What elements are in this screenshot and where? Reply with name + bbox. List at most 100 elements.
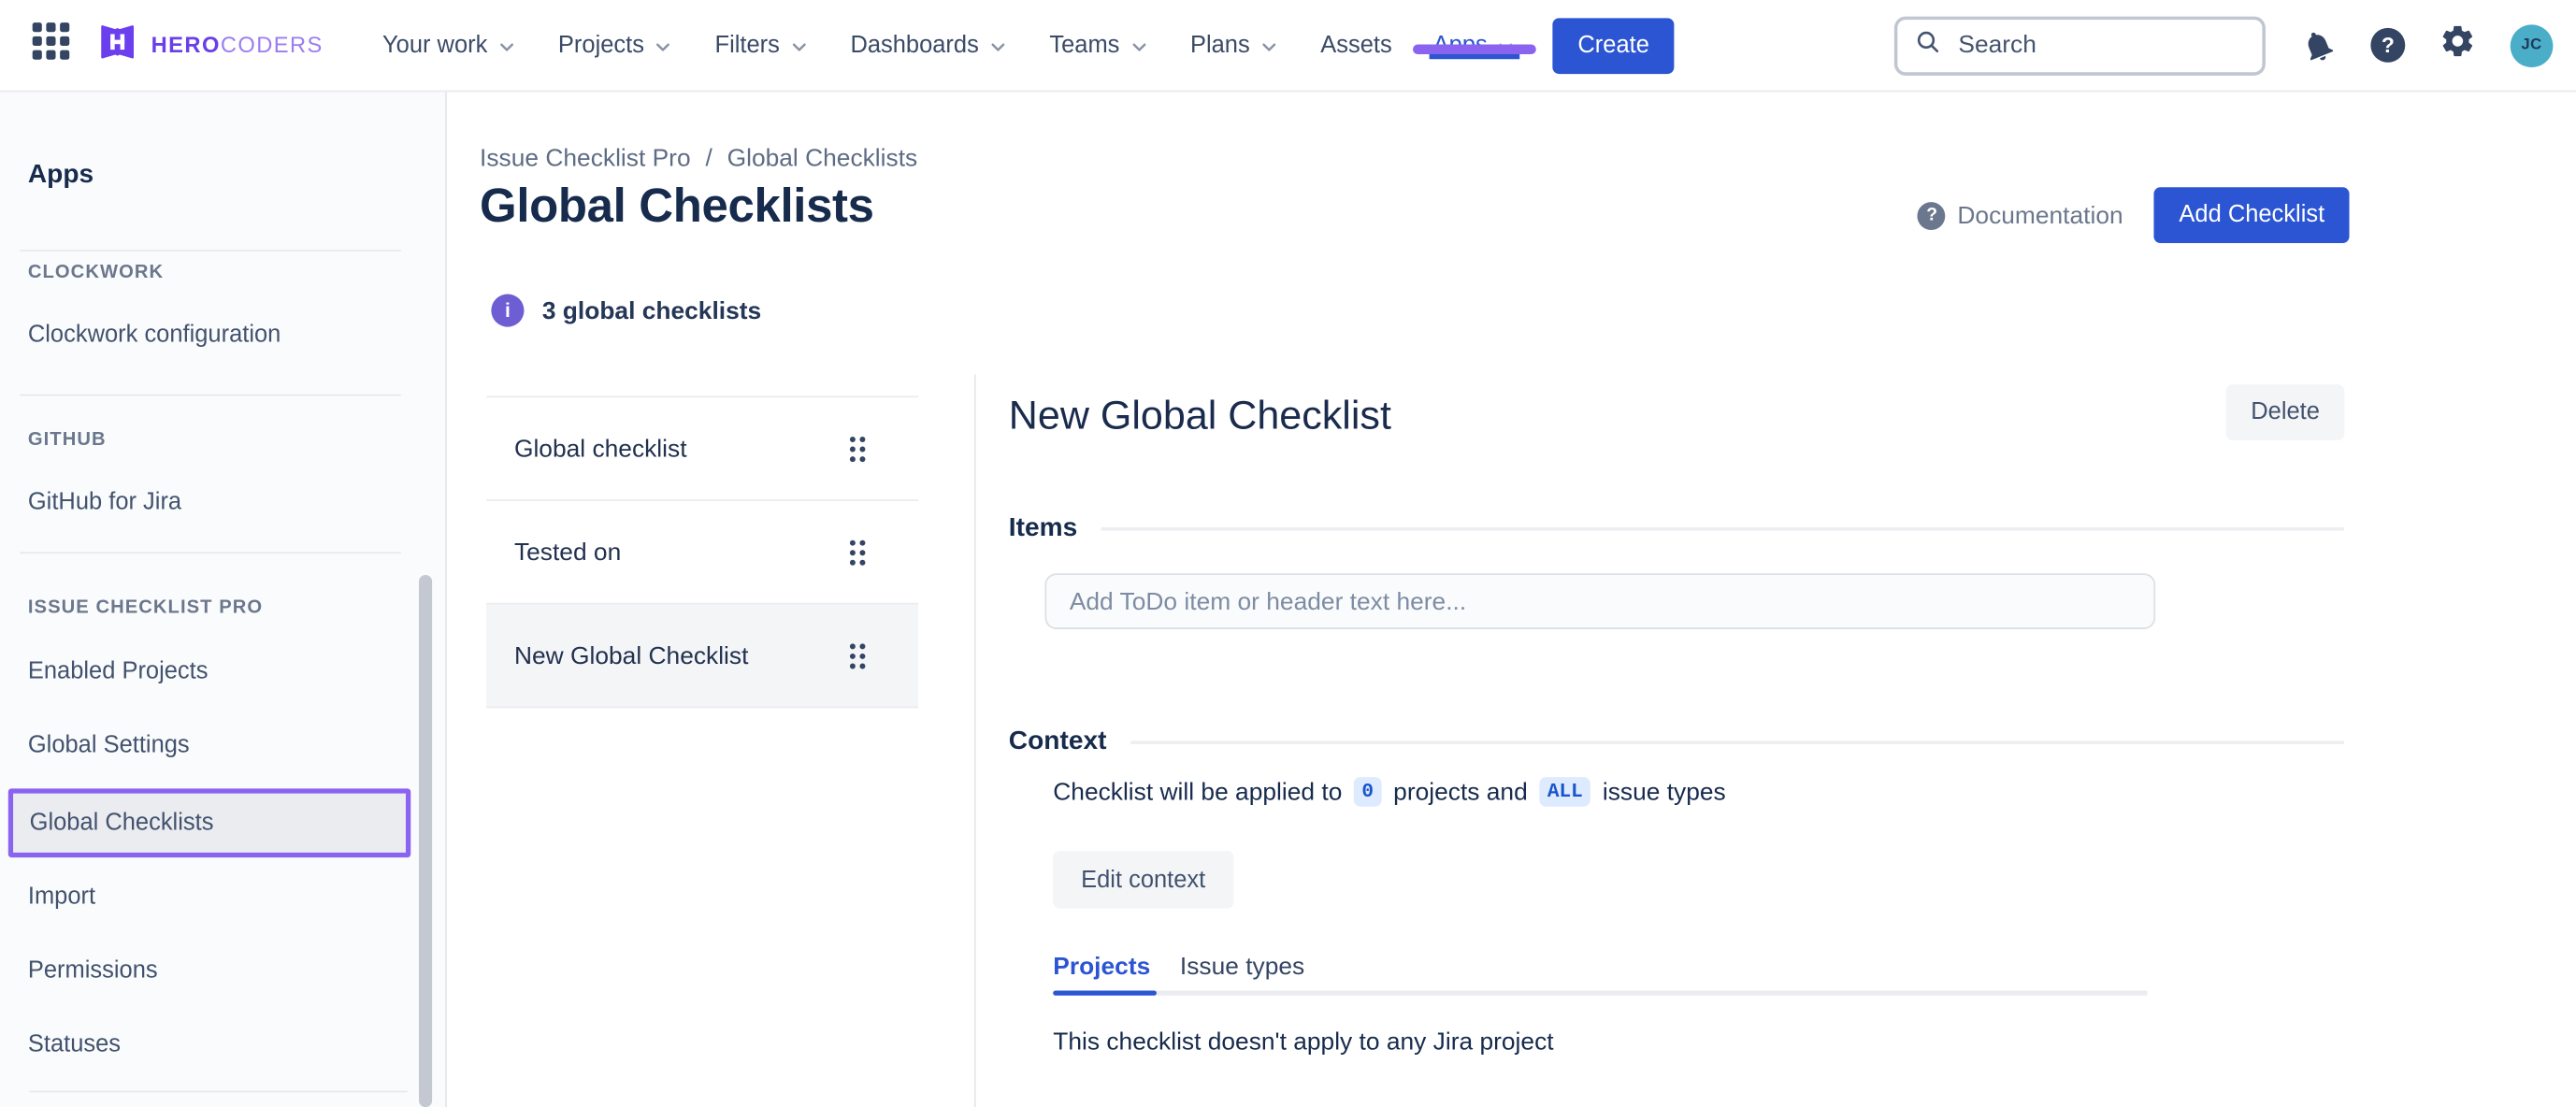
items-heading: Items: [1009, 514, 1077, 544]
context-tabs: Projects Issue types: [1053, 953, 1304, 981]
top-navigation-bar: HEROCODERS Your work Projects Filters Da…: [0, 0, 2576, 92]
checklist-detail-panel: New Global Checklist Delete Items Contex…: [1009, 384, 2344, 1107]
bell-icon: [2295, 22, 2341, 68]
info-banner: i 3 global checklists: [491, 295, 761, 327]
edit-context-button[interactable]: Edit context: [1053, 851, 1233, 908]
documentation-link[interactable]: ? Documentation: [1918, 201, 2123, 229]
sidebar-scrollbar[interactable]: [419, 575, 432, 1107]
panel-divider: [974, 375, 976, 1107]
breadcrumb-parent[interactable]: Issue Checklist Pro: [480, 145, 691, 173]
sidebar-section-github: GITHUB: [28, 430, 107, 450]
context-sentence-prefix: Checklist will be applied to: [1053, 778, 1342, 806]
sidebar-item-statuses[interactable]: Statuses: [28, 1031, 121, 1057]
chevron-down-icon: [1128, 36, 1149, 58]
chevron-down-icon: [653, 36, 674, 58]
tab-projects[interactable]: Projects: [1053, 953, 1150, 981]
sidebar-divider: [20, 395, 401, 396]
sidebar-item-clockwork-configuration[interactable]: Clockwork configuration: [28, 322, 281, 348]
sidebar-divider: [30, 1091, 408, 1093]
sidebar-item-global-settings[interactable]: Global Settings: [28, 733, 190, 759]
checklist-row-new-global-checklist[interactable]: New Global Checklist: [486, 605, 918, 709]
herocoders-logo[interactable]: HEROCODERS: [95, 19, 324, 71]
checklist-row-tested-on[interactable]: Tested on: [486, 501, 918, 605]
drag-handle-icon[interactable]: [846, 433, 870, 464]
checklist-list: Global checklist Tested on New Global Ch…: [486, 395, 918, 708]
documentation-label: Documentation: [1957, 201, 2123, 229]
checklist-row-global-checklist[interactable]: Global checklist: [486, 397, 918, 501]
question-circle-icon: ?: [2370, 28, 2405, 63]
search-input[interactable]: [1955, 30, 2246, 61]
nav-label: Plans: [1190, 32, 1250, 58]
add-todo-input[interactable]: [1044, 573, 2155, 629]
main-content: Issue Checklist Pro / Global Checklists …: [447, 92, 2576, 1107]
nav-label: Projects: [558, 32, 644, 58]
add-checklist-button[interactable]: Add Checklist: [2154, 187, 2349, 243]
checklist-detail-title: New Global Checklist: [1009, 395, 1391, 440]
breadcrumb-separator: /: [705, 145, 712, 173]
nav-item-your-work[interactable]: Your work: [382, 32, 517, 58]
app-viewport: HEROCODERS Your work Projects Filters Da…: [0, 0, 2576, 1107]
topbar-spacer: [1674, 0, 1894, 91]
drag-handle-icon[interactable]: [846, 537, 870, 568]
apps-active-underline: [1430, 53, 1520, 58]
nav-label: Assets: [1320, 32, 1391, 58]
question-circle-icon: ?: [1918, 201, 1946, 229]
nav-item-apps[interactable]: Apps: [1433, 32, 1518, 58]
breadcrumb: Issue Checklist Pro / Global Checklists: [480, 145, 917, 173]
nav-item-projects[interactable]: Projects: [558, 32, 674, 58]
info-icon: i: [491, 295, 524, 327]
nav-item-filters[interactable]: Filters: [715, 32, 810, 58]
topbar-right: ? JC: [1894, 0, 2554, 91]
sidebar-item-label: Global Checklists: [30, 810, 214, 836]
sidebar-divider: [20, 250, 401, 252]
nav-item-dashboards[interactable]: Dashboards: [850, 32, 1008, 58]
chevron-down-icon: [788, 36, 810, 58]
section-divider: [1130, 740, 2344, 744]
sidebar-title: Apps: [28, 161, 94, 191]
sidebar-section-issue-checklist-pro: ISSUE CHECKLIST PRO: [28, 598, 263, 618]
nav-label: Filters: [715, 32, 780, 58]
chevron-down-icon: [987, 36, 1009, 58]
nav-label: Your work: [382, 32, 487, 58]
nav-item-teams[interactable]: Teams: [1049, 32, 1149, 58]
sidebar-item-enabled-projects[interactable]: Enabled Projects: [28, 659, 209, 685]
delete-button[interactable]: Delete: [2226, 384, 2344, 440]
primary-nav: Your work Projects Filters Dashboards Te…: [382, 32, 1517, 58]
sidebar-item-github-for-jira[interactable]: GitHub for Jira: [28, 490, 181, 516]
global-search[interactable]: [1894, 16, 2266, 75]
topbar-left: HEROCODERS Your work Projects Filters Da…: [23, 0, 1675, 91]
sidebar-section-clockwork: CLOCKWORK: [28, 263, 164, 282]
create-button[interactable]: Create: [1553, 17, 1674, 73]
user-avatar[interactable]: JC: [2511, 23, 2554, 66]
sidebar-item-permissions[interactable]: Permissions: [28, 957, 158, 984]
apps-sidebar: Apps CLOCKWORK Clockwork configuration G…: [0, 92, 447, 1107]
tab-underline-track: [1053, 990, 2147, 994]
empty-projects-message: This checklist doesn't apply to any Jira…: [1053, 1028, 1553, 1057]
drag-handle-icon[interactable]: [846, 640, 870, 670]
settings-button[interactable]: [2439, 23, 2476, 67]
page-title: Global Checklists: [480, 180, 874, 235]
search-icon: [1914, 27, 1942, 64]
page-header-actions: ? Documentation Add Checklist: [1918, 187, 2349, 243]
brand-text: HEROCODERS: [151, 33, 324, 57]
nav-item-plans[interactable]: Plans: [1190, 32, 1279, 58]
context-section-header: Context: [1009, 727, 2344, 757]
context-sentence: Checklist will be applied to 0 projects …: [1053, 777, 1725, 807]
sidebar-item-global-checklists[interactable]: Global Checklists: [8, 788, 410, 857]
projects-count-badge: 0: [1354, 777, 1382, 807]
context-sentence-suffix: issue types: [1603, 778, 1726, 806]
sidebar-item-import[interactable]: Import: [28, 884, 95, 910]
notifications-button[interactable]: [2300, 27, 2337, 64]
section-divider: [1101, 527, 2344, 531]
nav-label: Teams: [1049, 32, 1119, 58]
breadcrumb-current[interactable]: Global Checklists: [727, 145, 918, 173]
chevron-down-icon: [496, 36, 517, 58]
herocoders-badge-icon: [95, 19, 139, 71]
help-button[interactable]: ?: [2370, 28, 2405, 63]
chevron-down-icon: [1259, 36, 1280, 58]
tab-issue-types[interactable]: Issue types: [1180, 953, 1304, 981]
app-switcher-button[interactable]: [23, 17, 79, 73]
tab-active-indicator: [1053, 990, 1157, 996]
nav-item-assets[interactable]: Assets: [1320, 32, 1391, 58]
checklist-name: Global checklist: [514, 435, 846, 463]
